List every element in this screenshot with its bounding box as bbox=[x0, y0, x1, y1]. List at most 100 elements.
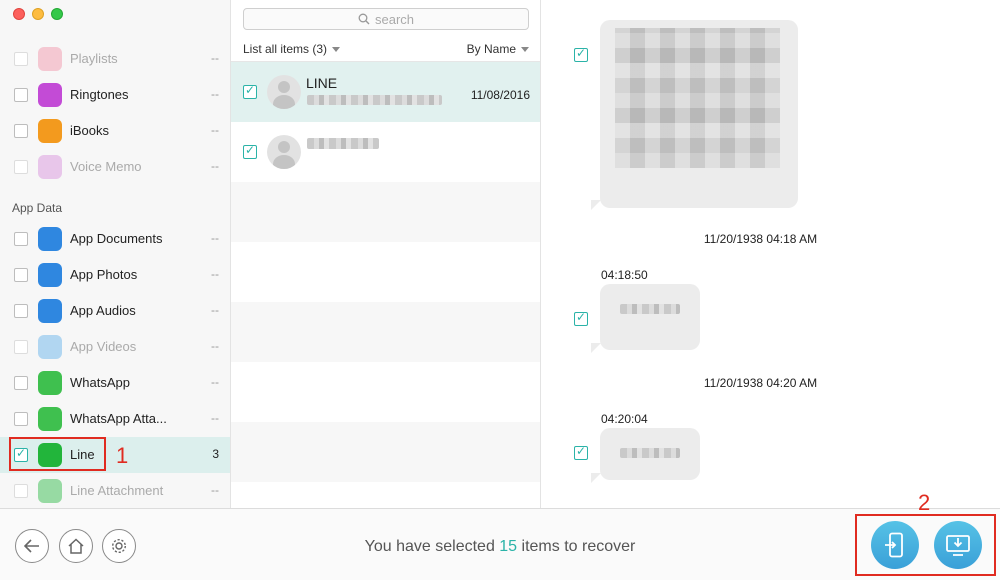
sort-label: By Name bbox=[466, 42, 516, 56]
sidebar-item-count: -- bbox=[211, 411, 219, 425]
empty-row bbox=[231, 242, 540, 302]
contact-name: LINE bbox=[306, 75, 338, 91]
list-filter-dropdown[interactable]: List all items (3) bbox=[243, 42, 341, 56]
sidebar-checkbox[interactable] bbox=[14, 268, 28, 282]
status-suffix: items to recover bbox=[517, 538, 636, 555]
message-timestamp: 11/20/1938 04:18 AM bbox=[703, 232, 818, 246]
speaker-icon bbox=[38, 299, 62, 323]
microphone-icon bbox=[38, 155, 62, 179]
sidebar-item-count: -- bbox=[211, 51, 219, 65]
sidebar-item[interactable]: App Audios -- bbox=[0, 293, 230, 329]
bell-icon bbox=[38, 83, 62, 107]
sidebar-item[interactable]: WhatsApp -- bbox=[0, 365, 230, 401]
sidebar-checkbox[interactable] bbox=[14, 52, 28, 66]
list-item[interactable]: LINE 11/08/2016 bbox=[231, 62, 540, 122]
book-icon bbox=[38, 119, 62, 143]
search-icon bbox=[358, 13, 370, 25]
selection-status: You have selected 15 items to recover bbox=[0, 538, 1000, 556]
message-time: 04:18:50 bbox=[601, 268, 648, 282]
item-checkbox[interactable] bbox=[243, 83, 257, 99]
whatsapp-icon bbox=[38, 371, 62, 395]
blurred-preview bbox=[307, 95, 442, 105]
sidebar-checkbox[interactable] bbox=[14, 88, 28, 102]
sidebar-item-label: Voice Memo bbox=[70, 159, 142, 174]
sidebar-item-label: WhatsApp bbox=[70, 375, 130, 390]
bubble-tail bbox=[591, 200, 601, 210]
sidebar-item-count: -- bbox=[211, 483, 219, 497]
list-header: List all items (3) By Name bbox=[231, 36, 540, 62]
blurred-contact-name bbox=[307, 138, 379, 149]
message-checkbox[interactable] bbox=[574, 444, 588, 460]
sidebar-item-count: -- bbox=[211, 87, 219, 101]
message-bubble bbox=[600, 428, 700, 480]
sidebar-item-label: Ringtones bbox=[70, 87, 129, 102]
sidebar-item[interactable]: App Videos -- bbox=[0, 329, 230, 365]
search-placeholder: search bbox=[374, 11, 415, 27]
sidebar-item-label: App Audios bbox=[70, 303, 136, 318]
minimize-window-button[interactable] bbox=[32, 8, 44, 20]
annotation-box-line bbox=[9, 437, 106, 471]
message-bubble-image bbox=[600, 20, 798, 208]
sidebar-item[interactable]: App Photos -- bbox=[0, 257, 230, 293]
sidebar-item-label: Line Attachment bbox=[70, 483, 164, 498]
sidebar-item[interactable]: Line Attachment -- bbox=[0, 473, 230, 508]
video-icon bbox=[38, 335, 62, 359]
sidebar-item-count: -- bbox=[211, 159, 219, 173]
sidebar-item-count: -- bbox=[211, 267, 219, 281]
sidebar-checkbox[interactable] bbox=[14, 376, 28, 390]
blurred-image bbox=[615, 28, 780, 168]
maximize-window-button[interactable] bbox=[51, 8, 63, 20]
empty-row bbox=[231, 362, 540, 422]
sidebar-item[interactable]: Voice Memo -- bbox=[0, 149, 230, 185]
sidebar-item-count: -- bbox=[211, 303, 219, 317]
sidebar-checkbox[interactable] bbox=[14, 232, 28, 246]
chevron-down-icon bbox=[521, 47, 529, 53]
empty-row bbox=[231, 422, 540, 482]
selected-count: 15 bbox=[499, 538, 518, 555]
sidebar-item-label: App Documents bbox=[70, 231, 163, 246]
search-input[interactable]: search bbox=[243, 8, 529, 30]
sidebar-item-count: -- bbox=[211, 231, 219, 245]
sort-dropdown[interactable]: By Name bbox=[467, 42, 529, 56]
close-window-button[interactable] bbox=[13, 8, 25, 20]
bubble-tail bbox=[591, 473, 601, 483]
sidebar-checkbox[interactable] bbox=[14, 340, 28, 354]
sidebar-item[interactable]: WhatsApp Atta... -- bbox=[0, 401, 230, 437]
chevron-down-icon bbox=[332, 47, 341, 53]
empty-row bbox=[231, 182, 540, 242]
playlist-icon bbox=[38, 47, 62, 71]
sidebar: Playlists -- Ringtones -- iBooks -- Voice Memo… bbox=[0, 0, 231, 508]
message-checkbox[interactable] bbox=[574, 310, 588, 326]
sidebar-item-label: App Videos bbox=[70, 339, 137, 354]
sidebar-checkbox[interactable] bbox=[14, 124, 28, 138]
sidebar-item-label: Playlists bbox=[70, 51, 118, 66]
sidebar-item[interactable]: App Documents -- bbox=[0, 221, 230, 257]
status-prefix: You have selected bbox=[364, 538, 500, 555]
message-bubble bbox=[600, 284, 700, 350]
item-checkbox[interactable] bbox=[243, 143, 257, 159]
sidebar-item-label: WhatsApp Atta... bbox=[70, 411, 167, 426]
sidebar-checkbox[interactable] bbox=[14, 412, 28, 426]
list-item[interactable] bbox=[231, 122, 540, 182]
sidebar-item-count: -- bbox=[211, 339, 219, 353]
empty-row bbox=[231, 482, 540, 508]
item-list-panel: search List all items (3) By Name LINE 1… bbox=[231, 0, 541, 508]
blurred-message-text bbox=[620, 304, 680, 314]
sidebar-item[interactable]: Ringtones -- bbox=[0, 77, 230, 113]
message-detail-panel: 11/20/1938 04:18 AM 04:18:50 11/20/1938 … bbox=[541, 0, 1000, 508]
sidebar-checkbox[interactable] bbox=[14, 304, 28, 318]
sidebar-item-label: iBooks bbox=[70, 123, 110, 138]
sidebar-item-count: -- bbox=[211, 123, 219, 137]
message-timestamp: 11/20/1938 04:20 AM bbox=[703, 376, 818, 390]
sidebar-checkbox[interactable] bbox=[14, 160, 28, 174]
sidebar-item[interactable]: Playlists -- bbox=[0, 41, 230, 77]
window-controls bbox=[13, 8, 63, 20]
photo-icon bbox=[38, 263, 62, 287]
message-checkbox[interactable] bbox=[574, 46, 588, 62]
list-filter-label: List all items (3) bbox=[243, 42, 328, 56]
sidebar-item[interactable]: iBooks -- bbox=[0, 113, 230, 149]
line-attachment-icon bbox=[38, 479, 62, 503]
sidebar-checkbox[interactable] bbox=[14, 484, 28, 498]
blurred-message-text bbox=[620, 448, 680, 458]
whatsapp-attachment-icon bbox=[38, 407, 62, 431]
